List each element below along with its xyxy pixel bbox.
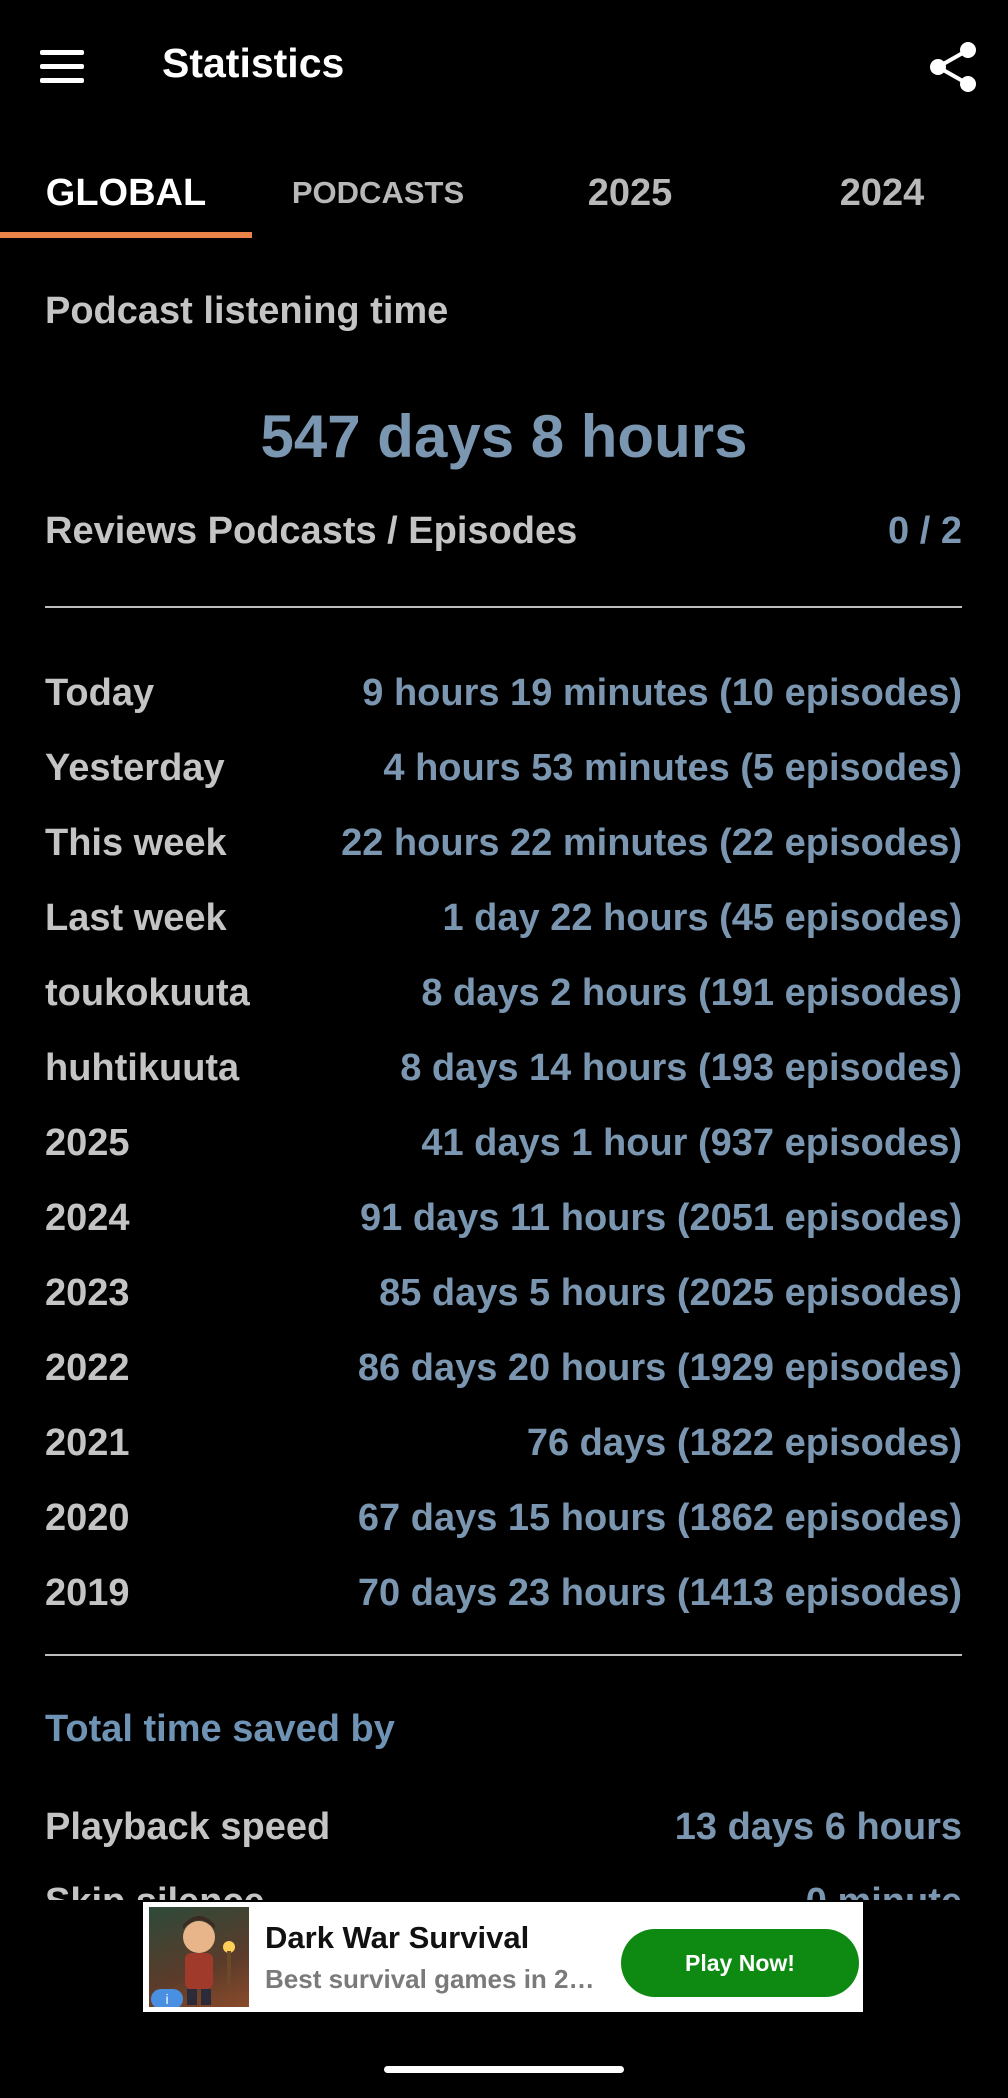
stat-label: Today <box>45 672 155 714</box>
page-title: Statistics <box>162 40 345 86</box>
stat-value: 9 hours 19 minutes (10 episodes) <box>362 672 962 714</box>
stat-label: 2025 <box>45 1122 130 1164</box>
stat-label: This week <box>45 822 227 864</box>
stat-value: 8 days 14 hours (193 episodes) <box>400 1047 962 1089</box>
stat-value: 70 days 23 hours (1413 episodes) <box>357 1572 962 1614</box>
stat-row: Last week 1 day 22 hours (45 episodes) <box>45 881 962 956</box>
stat-value: 67 days 15 hours (1862 episodes) <box>357 1497 962 1539</box>
section-title: Podcast listening time <box>45 290 449 332</box>
stats-list: Today 9 hours 19 minutes (10 episodes) Ye… <box>45 656 962 1631</box>
stat-row: Today 9 hours 19 minutes (10 episodes) <box>45 656 962 731</box>
stat-label: toukokuuta <box>45 972 250 1014</box>
tab-2024[interactable]: 2024 <box>756 148 1008 238</box>
stat-value: 4 hours 53 minutes (5 episodes) <box>383 747 962 789</box>
tab-global[interactable]: GLOBAL <box>0 148 252 238</box>
app-toolbar: Statistics <box>0 0 1008 136</box>
time-saved-title: Total time saved by <box>45 1708 395 1750</box>
divider <box>45 1654 962 1656</box>
ad-title[interactable]: Dark War Survival <box>265 1920 529 1956</box>
stat-row: 2020 67 days 15 hours (1862 episodes) <box>45 1481 962 1556</box>
tab-bar: GLOBAL PODCASTS 2025 2024 <box>0 148 1008 238</box>
stat-row: huhtikuuta 8 days 14 hours (193 episodes) <box>45 1031 962 1106</box>
stat-label: 2020 <box>45 1497 130 1539</box>
reviews-value: 0 / 2 <box>888 510 962 552</box>
menu-icon[interactable] <box>40 50 84 84</box>
stat-row: 2025 41 days 1 hour (937 episodes) <box>45 1106 962 1181</box>
stat-value: 86 days 20 hours (1929 episodes) <box>357 1347 962 1389</box>
stat-row: 2024 91 days 11 hours (2051 episodes) <box>45 1181 962 1256</box>
stat-value: 76 days (1822 episodes) <box>526 1422 962 1464</box>
stat-value: 85 days 5 hours (2025 episodes) <box>379 1272 962 1314</box>
stat-value: 41 days 1 hour (937 episodes) <box>421 1122 962 1164</box>
reviews-label: Reviews Podcasts / Episodes <box>45 510 578 552</box>
home-indicator[interactable] <box>384 2066 624 2073</box>
stat-label: huhtikuuta <box>45 1047 240 1089</box>
ad-play-button[interactable]: Play Now! <box>621 1929 859 1997</box>
stat-value: 1 day 22 hours (45 episodes) <box>442 897 962 939</box>
stat-row: 2019 70 days 23 hours (1413 episodes) <box>45 1556 962 1631</box>
stat-row: toukokuuta 8 days 2 hours (191 episodes) <box>45 956 962 1031</box>
time-saved-list: Playback speed 13 days 6 hours Skip silen… <box>45 1790 962 1900</box>
saved-row: Skip silence 0 minute <box>45 1865 962 1900</box>
reviews-row: Reviews Podcasts / Episodes 0 / 2 <box>45 510 962 553</box>
stat-row: This week 22 hours 22 minutes (22 episode… <box>45 806 962 881</box>
saved-row: Playback speed 13 days 6 hours <box>45 1790 962 1865</box>
saved-label: Playback speed <box>45 1806 331 1848</box>
stat-value: 8 days 2 hours (191 episodes) <box>421 972 962 1014</box>
saved-value: 13 days 6 hours <box>674 1806 962 1848</box>
stat-row: 2021 76 days (1822 episodes) <box>45 1406 962 1481</box>
tab-2025[interactable]: 2025 <box>504 148 756 238</box>
ad-banner[interactable]: i Dark War Survival Best survival games … <box>143 1902 863 2012</box>
stat-label: 2023 <box>45 1272 130 1314</box>
saved-value: 0 minute <box>806 1881 962 1900</box>
stat-label: 2022 <box>45 1347 130 1389</box>
info-icon[interactable]: i <box>151 1989 183 2007</box>
divider <box>45 606 962 608</box>
stat-row: 2023 85 days 5 hours (2025 episodes) <box>45 1256 962 1331</box>
stat-row: Yesterday 4 hours 53 minutes (5 episodes) <box>45 731 962 806</box>
stat-label: 2019 <box>45 1572 130 1614</box>
ad-game-image[interactable]: i <box>149 1907 249 2007</box>
stat-value: 91 days 11 hours (2051 episodes) <box>360 1197 962 1239</box>
tab-podcasts[interactable]: PODCASTS <box>252 148 504 238</box>
tab-indicator <box>0 232 252 238</box>
stat-label: Last week <box>45 897 227 939</box>
total-listening-time: 547 days 8 hours <box>260 403 748 470</box>
stat-label: 2021 <box>45 1422 130 1464</box>
stat-row: 2022 86 days 20 hours (1929 episodes) <box>45 1331 962 1406</box>
stat-label: 2024 <box>45 1197 130 1239</box>
share-icon[interactable] <box>928 40 978 94</box>
stat-value: 22 hours 22 minutes (22 episodes) <box>341 822 962 864</box>
saved-label: Skip silence <box>45 1881 265 1900</box>
stat-label: Yesterday <box>45 747 225 789</box>
ad-subtitle[interactable]: Best survival games in 2… <box>265 1964 594 1995</box>
